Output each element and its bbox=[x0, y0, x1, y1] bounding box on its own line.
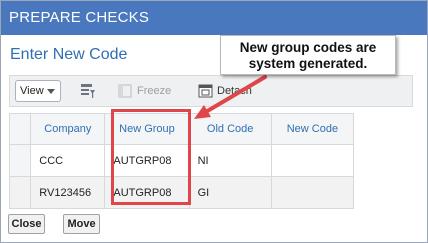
cell-new-code[interactable] bbox=[270, 176, 355, 209]
callout-line-1: New group codes are bbox=[239, 40, 377, 55]
freeze-button[interactable]: Freeze bbox=[137, 85, 171, 97]
chevron-down-icon bbox=[47, 89, 55, 94]
move-button[interactable]: Move bbox=[63, 214, 100, 234]
window-title: PREPARE CHECKS bbox=[1, 1, 427, 35]
cell-company[interactable]: RV123456 bbox=[30, 176, 106, 209]
row-selector[interactable] bbox=[8, 176, 32, 209]
view-dropdown-label: View bbox=[20, 85, 44, 97]
view-dropdown[interactable]: View bbox=[15, 80, 61, 102]
column-header-old-code[interactable]: Old Code bbox=[188, 113, 272, 145]
row-selector[interactable] bbox=[8, 144, 32, 177]
cell-old-code[interactable]: GI bbox=[188, 176, 272, 209]
cell-old-code[interactable]: NI bbox=[188, 144, 272, 177]
detach-button[interactable]: Detach bbox=[217, 85, 252, 97]
column-filter-icon[interactable] bbox=[80, 83, 96, 99]
detach-icon[interactable] bbox=[198, 84, 213, 98]
callout-note: New group codes are system generated. bbox=[220, 35, 396, 75]
cell-new-code[interactable] bbox=[270, 144, 355, 177]
new-group-highlight bbox=[111, 109, 191, 205]
row-selector-header bbox=[8, 113, 32, 145]
section-title: Enter New Code bbox=[10, 46, 128, 63]
grid-toolbar: View Freeze Detach bbox=[9, 75, 413, 107]
callout-line-2: system generated. bbox=[248, 56, 368, 71]
freeze-icon bbox=[118, 84, 132, 98]
close-button[interactable]: Close bbox=[8, 214, 45, 234]
cell-company[interactable]: CCC bbox=[30, 144, 106, 177]
column-header-new-code[interactable]: New Code bbox=[270, 113, 355, 145]
column-header-company[interactable]: Company bbox=[30, 113, 106, 145]
prepare-checks-window: PREPARE CHECKS Enter New Code View Freez… bbox=[0, 0, 428, 243]
